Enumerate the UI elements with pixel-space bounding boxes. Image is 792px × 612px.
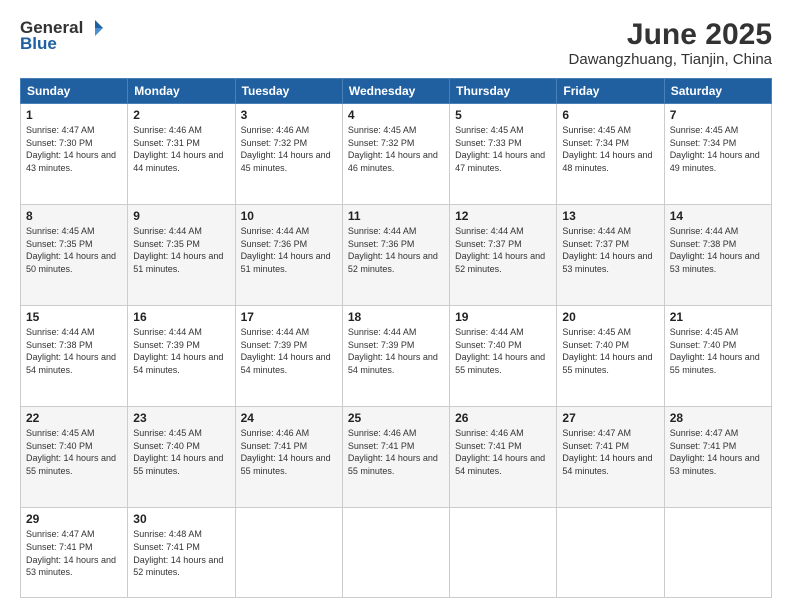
calendar-header-row: Sunday Monday Tuesday Wednesday Thursday… <box>21 79 772 104</box>
page: General Blue June 2025 Dawangzhuang, Tia… <box>0 0 792 612</box>
table-row: 16Sunrise: 4:44 AMSunset: 7:39 PMDayligh… <box>128 306 235 407</box>
table-row: 5Sunrise: 4:45 AMSunset: 7:33 PMDaylight… <box>450 104 557 205</box>
table-row: 25Sunrise: 4:46 AMSunset: 7:41 PMDayligh… <box>342 407 449 508</box>
logo-blue-text: Blue <box>20 34 57 54</box>
table-row: 23Sunrise: 4:45 AMSunset: 7:40 PMDayligh… <box>128 407 235 508</box>
table-row <box>342 508 449 598</box>
table-row: 7Sunrise: 4:45 AMSunset: 7:34 PMDaylight… <box>664 104 771 205</box>
th-saturday: Saturday <box>664 79 771 104</box>
header: General Blue June 2025 Dawangzhuang, Tia… <box>20 18 772 68</box>
table-row: 9Sunrise: 4:44 AMSunset: 7:35 PMDaylight… <box>128 205 235 306</box>
table-row: 13Sunrise: 4:44 AMSunset: 7:37 PMDayligh… <box>557 205 664 306</box>
table-row: 19Sunrise: 4:44 AMSunset: 7:40 PMDayligh… <box>450 306 557 407</box>
table-row <box>235 508 342 598</box>
table-row: 10Sunrise: 4:44 AMSunset: 7:36 PMDayligh… <box>235 205 342 306</box>
table-row: 17Sunrise: 4:44 AMSunset: 7:39 PMDayligh… <box>235 306 342 407</box>
table-row: 1Sunrise: 4:47 AMSunset: 7:30 PMDaylight… <box>21 104 128 205</box>
table-row: 20Sunrise: 4:45 AMSunset: 7:40 PMDayligh… <box>557 306 664 407</box>
table-row: 4Sunrise: 4:45 AMSunset: 7:32 PMDaylight… <box>342 104 449 205</box>
th-thursday: Thursday <box>450 79 557 104</box>
table-row: 24Sunrise: 4:46 AMSunset: 7:41 PMDayligh… <box>235 407 342 508</box>
table-row: 15Sunrise: 4:44 AMSunset: 7:38 PMDayligh… <box>21 306 128 407</box>
logo-flag-icon <box>85 18 105 38</box>
table-row: 3Sunrise: 4:46 AMSunset: 7:32 PMDaylight… <box>235 104 342 205</box>
calendar-table: Sunday Monday Tuesday Wednesday Thursday… <box>20 78 772 598</box>
table-row: 27Sunrise: 4:47 AMSunset: 7:41 PMDayligh… <box>557 407 664 508</box>
table-row: 29Sunrise: 4:47 AMSunset: 7:41 PMDayligh… <box>21 508 128 598</box>
table-row: 12Sunrise: 4:44 AMSunset: 7:37 PMDayligh… <box>450 205 557 306</box>
table-row: 8Sunrise: 4:45 AMSunset: 7:35 PMDaylight… <box>21 205 128 306</box>
calendar-subtitle: Dawangzhuang, Tianjin, China <box>569 51 772 68</box>
title-block: June 2025 Dawangzhuang, Tianjin, China <box>569 18 772 68</box>
calendar-title: June 2025 <box>569 18 772 51</box>
th-monday: Monday <box>128 79 235 104</box>
table-row <box>450 508 557 598</box>
table-row: 30Sunrise: 4:48 AMSunset: 7:41 PMDayligh… <box>128 508 235 598</box>
table-row <box>557 508 664 598</box>
th-wednesday: Wednesday <box>342 79 449 104</box>
table-row <box>664 508 771 598</box>
table-row: 2Sunrise: 4:46 AMSunset: 7:31 PMDaylight… <box>128 104 235 205</box>
th-sunday: Sunday <box>21 79 128 104</box>
table-row: 6Sunrise: 4:45 AMSunset: 7:34 PMDaylight… <box>557 104 664 205</box>
table-row: 18Sunrise: 4:44 AMSunset: 7:39 PMDayligh… <box>342 306 449 407</box>
th-tuesday: Tuesday <box>235 79 342 104</box>
table-row: 22Sunrise: 4:45 AMSunset: 7:40 PMDayligh… <box>21 407 128 508</box>
th-friday: Friday <box>557 79 664 104</box>
table-row: 26Sunrise: 4:46 AMSunset: 7:41 PMDayligh… <box>450 407 557 508</box>
table-row: 11Sunrise: 4:44 AMSunset: 7:36 PMDayligh… <box>342 205 449 306</box>
logo: General Blue <box>20 18 105 54</box>
table-row: 28Sunrise: 4:47 AMSunset: 7:41 PMDayligh… <box>664 407 771 508</box>
table-row: 14Sunrise: 4:44 AMSunset: 7:38 PMDayligh… <box>664 205 771 306</box>
table-row: 21Sunrise: 4:45 AMSunset: 7:40 PMDayligh… <box>664 306 771 407</box>
